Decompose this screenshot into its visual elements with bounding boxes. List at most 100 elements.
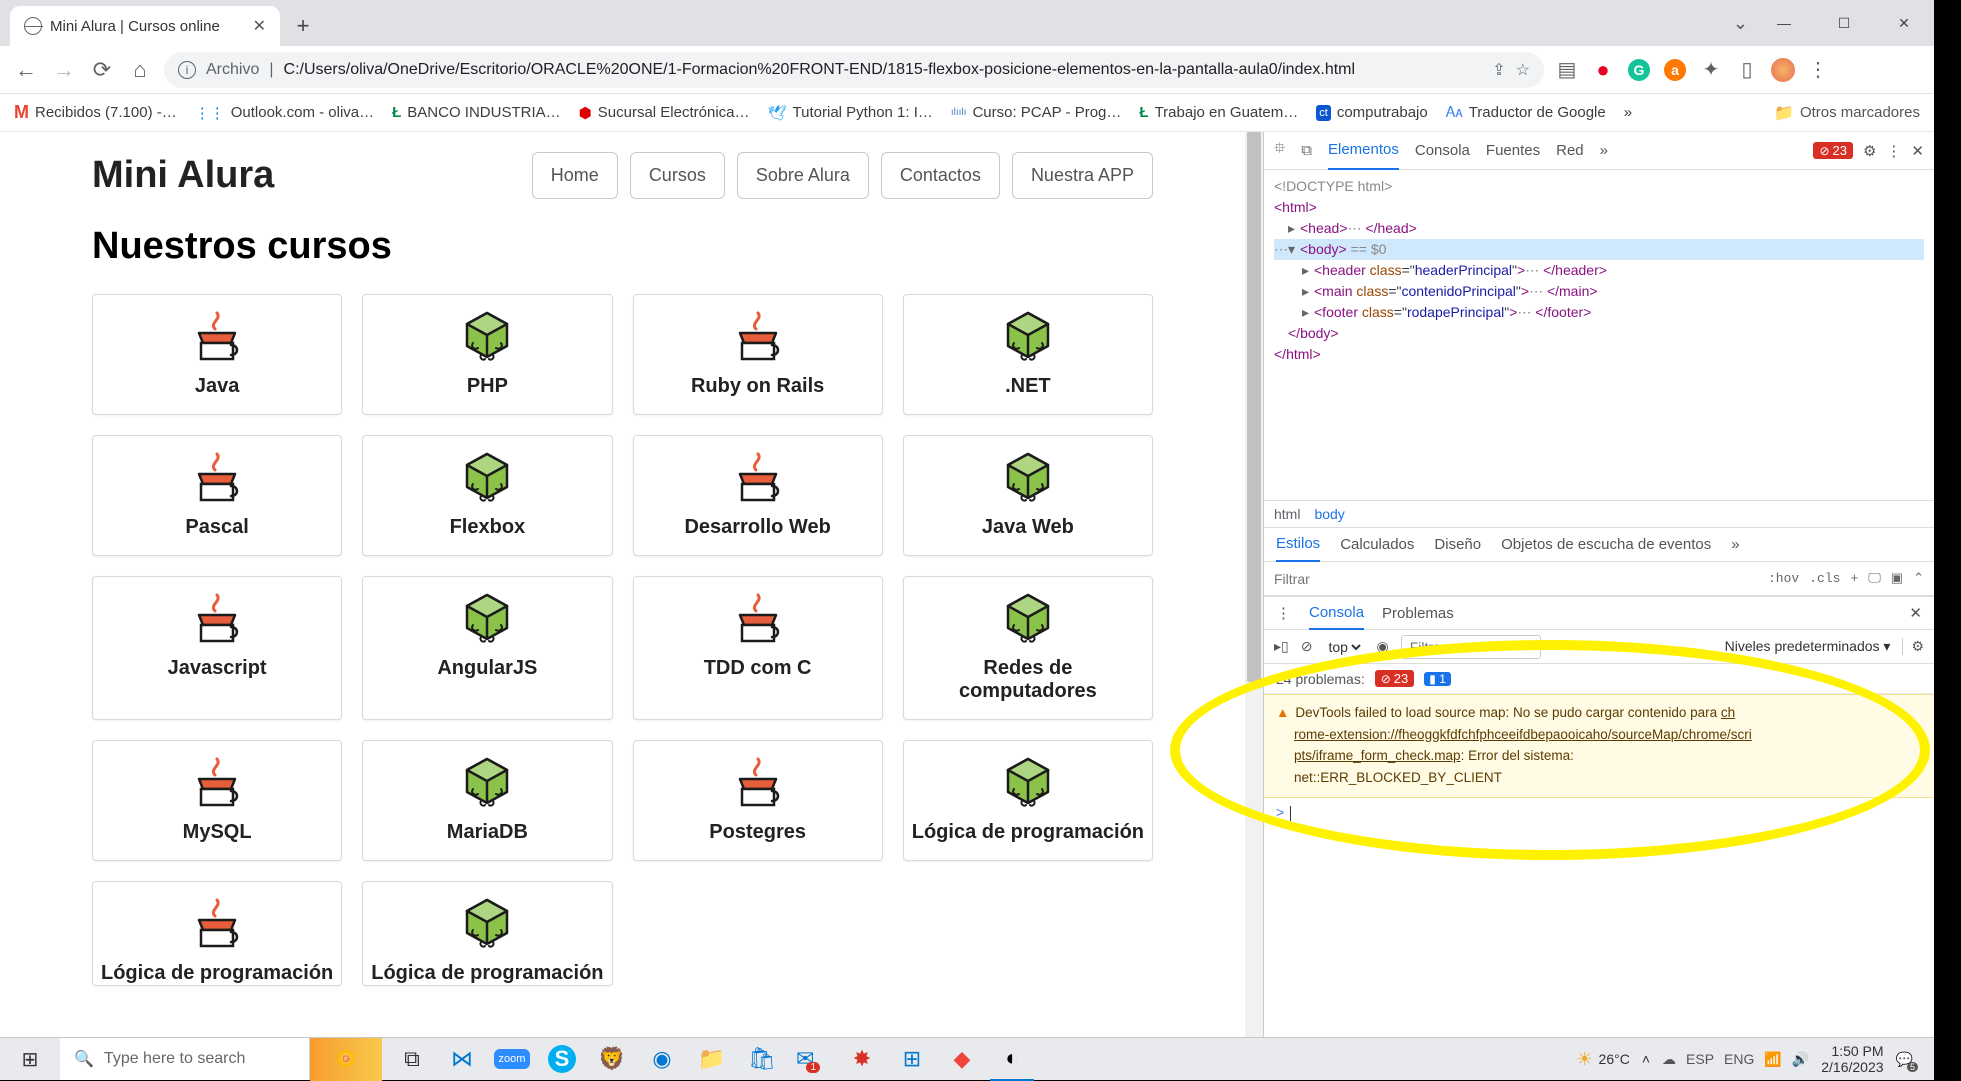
grammarly-extension-icon[interactable]: G [1626,57,1652,83]
calculator-icon[interactable]: ⊞ [890,1038,934,1081]
bookmark-python[interactable]: 🕊Tutorial Python 1: I… [768,104,933,122]
drawer-tab-consola[interactable]: Consola [1309,596,1364,630]
forward-button[interactable]: → [50,56,78,84]
volume-icon[interactable]: 🔊 [1792,1051,1809,1068]
console-filter-input[interactable] [1401,635,1541,659]
task-view-icon[interactable]: ⧉ [390,1038,434,1081]
site-info-icon[interactable]: i [178,61,196,79]
drawer-tab-problemas[interactable]: Problemas [1382,605,1454,622]
explorer-icon[interactable]: 📁 [690,1038,734,1081]
crumb-html[interactable]: html [1274,506,1300,522]
wifi-icon[interactable]: 📶 [1764,1051,1781,1068]
bookmark-computrabajo[interactable]: ctcomputrabajo [1316,104,1427,121]
scroll-thumb[interactable] [1247,132,1261,682]
skype-icon[interactable]: S [540,1038,584,1081]
devtools-menu-icon[interactable]: ⋮ [1886,142,1901,160]
console-prompt[interactable]: > [1264,798,1934,828]
styles-tab-diseno[interactable]: Diseño [1434,536,1481,553]
nav-nuestra-app[interactable]: Nuestra APP [1012,152,1153,199]
tabs-more[interactable]: » [1600,142,1608,159]
devtools-close-icon[interactable]: ✕ [1911,142,1924,160]
taskbar-clock[interactable]: 1:50 PM 2/16/2023 [1821,1043,1883,1075]
course-card[interactable]: TDD com C [633,576,883,720]
extensions-icon[interactable]: ✦ [1698,57,1724,83]
add-rule-button[interactable]: + [1850,571,1858,586]
nav-home[interactable]: Home [532,152,618,199]
url-bar[interactable]: i Archivo | C:/Users/oliva/OneDrive/Escr… [164,52,1544,88]
device-toggle-icon[interactable]: ⧉ [1301,142,1312,159]
console-sidebar-icon[interactable]: ▸▯ [1274,638,1289,655]
nav-cursos[interactable]: Cursos [630,152,725,199]
styles-filter-input[interactable] [1274,571,1758,587]
tab-elements[interactable]: Elementos [1328,132,1399,170]
share-icon[interactable]: ⇪ [1492,60,1505,80]
nav-sobre-alura[interactable]: Sobre Alura [737,152,869,199]
context-select[interactable]: top [1324,638,1364,656]
tab-console[interactable]: Consola [1415,142,1470,159]
lang-eng[interactable]: ENG [1724,1051,1754,1067]
vscode-icon[interactable]: ⋈ [440,1038,484,1081]
taskbar-search[interactable]: 🔍 Type here to search [60,1038,310,1080]
back-button[interactable]: ← [12,56,40,84]
zoom-icon[interactable]: zoom [490,1038,534,1081]
course-card[interactable]: Ruby on Rails [633,294,883,415]
window-minimize[interactable]: — [1754,0,1814,46]
tab-sources[interactable]: Fuentes [1486,142,1540,159]
bookmarks-overflow[interactable]: » [1624,104,1632,121]
bookmark-traductor[interactable]: 🗛Traductor de Google [1446,104,1606,121]
start-button[interactable]: ⊞ [0,1038,60,1080]
bookmark-star-icon[interactable]: ☆ [1516,60,1530,80]
bookmark-pcap[interactable]: ılıılıCurso: PCAP - Prog… [951,104,1122,121]
toggle-sidebar-icon[interactable]: ▣ [1891,571,1903,586]
cls-button[interactable]: .cls [1809,571,1840,586]
browser-tab[interactable]: Mini Alura | Cursos online ✕ [10,6,280,46]
course-card[interactable]: Postegres [633,740,883,861]
devtools-settings-icon[interactable]: ⚙ [1863,142,1876,160]
course-card[interactable]: Javascript [92,576,342,720]
nav-contactos[interactable]: Contactos [881,152,1000,199]
chrome-menu-icon[interactable]: ⋮ [1806,57,1832,83]
course-card[interactable]: AngularJS [362,576,612,720]
avast-extension-icon[interactable]: a [1662,57,1688,83]
error-badge[interactable]: 23 [1813,142,1853,159]
dom-tree[interactable]: <!DOCTYPE html> <html> ▸<head>⋯ </head> … [1264,170,1934,500]
other-bookmarks[interactable]: 📁Otros marcadores [1774,103,1920,123]
edge-icon[interactable]: ◉ [640,1038,684,1081]
course-card[interactable]: MySQL [92,740,342,861]
window-maximize[interactable]: ☐ [1814,0,1874,46]
clear-console-icon[interactable]: ⊘ [1301,638,1313,655]
problems-summary[interactable]: 24 problemas: 23 ▮ 1 [1264,664,1934,694]
profile-avatar[interactable] [1770,57,1796,83]
pinterest-extension-icon[interactable]: ● [1590,57,1616,83]
course-card[interactable]: Desarrollo Web [633,435,883,556]
lang-esp[interactable]: ESP [1686,1051,1714,1067]
course-card[interactable]: Java Web [903,435,1153,556]
bookmark-outlook[interactable]: ⋮⋮Outlook.com - oliva… [195,104,374,122]
course-card[interactable]: PHP [362,294,612,415]
inspect-icon[interactable]: ⯐ [1274,138,1285,163]
taskbar-widget[interactable]: 🌼 [310,1038,382,1081]
course-card[interactable]: Lógica de programación [92,881,342,986]
bookmark-trabajo[interactable]: ŁTrabajo en Guatem… [1139,104,1298,121]
new-tab-button[interactable]: + [286,9,320,43]
reader-icon[interactable]: ▤ [1554,57,1580,83]
course-card[interactable]: Pascal [92,435,342,556]
styles-tab-listeners[interactable]: Objetos de escucha de eventos [1501,536,1711,553]
hov-button[interactable]: :hov [1768,571,1799,586]
drawer-menu-icon[interactable]: ⋮ [1276,604,1291,622]
home-button[interactable]: ⌂ [126,56,154,84]
styles-tabs-more[interactable]: » [1731,536,1739,553]
mail-icon[interactable]: ✉1 [790,1038,834,1081]
close-tab-icon[interactable]: ✕ [253,16,266,36]
course-card[interactable]: Flexbox [362,435,612,556]
reload-button[interactable]: ⟳ [88,56,116,84]
tab-network[interactable]: Red [1556,142,1584,159]
tray-chevron-icon[interactable]: ˄ [1642,1051,1650,1067]
more-tools-icon[interactable]: ⌃ [1913,571,1924,586]
window-close[interactable]: ✕ [1874,0,1934,46]
notifications-icon[interactable]: 💬5 [1896,1051,1924,1068]
course-card[interactable]: Lógica de programación [903,740,1153,861]
anydesk-icon[interactable]: ◆ [940,1038,984,1081]
drawer-close-icon[interactable]: ✕ [1909,604,1922,622]
course-card[interactable]: Lógica de programación [362,881,612,986]
